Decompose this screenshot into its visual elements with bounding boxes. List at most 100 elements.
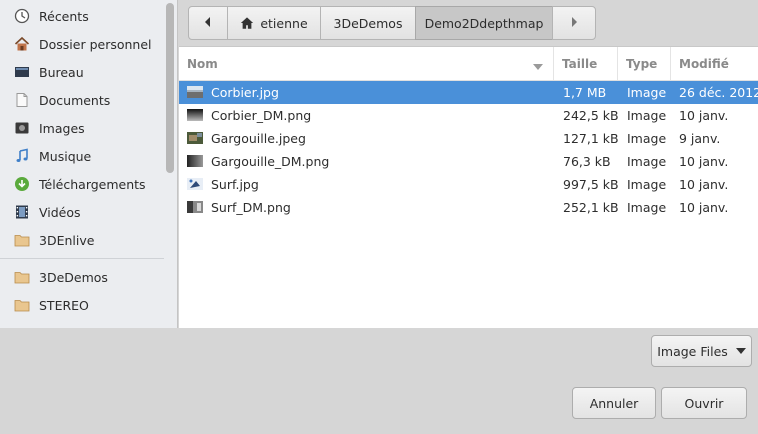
file-row[interactable]: Surf.jpg 997,5 kB Image 10 janv. — [179, 173, 758, 196]
file-name: Corbier_DM.png — [211, 108, 312, 123]
file-size: 127,1 kB — [563, 131, 619, 146]
chevron-down-icon — [735, 348, 746, 354]
file-row[interactable]: Gargouille_DM.png 76,3 kB Image 10 janv. — [179, 150, 758, 173]
file-type: Image — [627, 108, 667, 123]
column-header-label: Modifié — [679, 56, 729, 71]
column-header-type[interactable]: Type — [618, 47, 671, 80]
music-note-icon — [14, 148, 30, 164]
column-header-label: Type — [626, 56, 658, 71]
file-row[interactable]: Corbier_DM.png 242,5 kB Image 10 janv. — [179, 104, 758, 127]
file-list: Nom Taille Type Modifié Corbier.jpg 1,7 … — [179, 46, 758, 328]
path-segment-demo2ddepthmap[interactable]: Demo2Ddepthmap — [415, 6, 553, 40]
file-size: 997,5 kB — [563, 177, 619, 192]
sidebar-item-recents[interactable]: Récents — [0, 3, 164, 29]
column-header-name[interactable]: Nom — [179, 47, 554, 80]
sidebar-item-stereo[interactable]: STEREO — [0, 292, 164, 318]
sidebar-item-label: Récents — [39, 8, 89, 24]
sidebar-item-label: Images — [39, 120, 85, 136]
sidebar-item-label: Bureau — [39, 64, 84, 80]
sidebar-separator — [0, 258, 164, 259]
sidebar-item-label: Vidéos — [39, 204, 81, 220]
sidebar-item-images[interactable]: Images — [0, 115, 164, 141]
sidebar-item-label: STEREO — [39, 297, 89, 313]
column-header-modified[interactable]: Modifié — [671, 47, 758, 80]
file-list-header: Nom Taille Type Modifié — [179, 47, 758, 81]
sidebar-item-downloads[interactable]: Téléchargements — [0, 171, 164, 197]
column-header-label: Taille — [562, 56, 598, 71]
path-back-button[interactable] — [188, 6, 228, 40]
sidebar-item-3denlive[interactable]: 3DEnlive — [0, 227, 164, 253]
file-name: Corbier.jpg — [211, 85, 279, 100]
places-sidebar: Récents Dossier personnel Bureau Documen… — [0, 0, 178, 328]
sidebar-scrollbar[interactable] — [166, 3, 174, 173]
film-icon — [14, 204, 30, 220]
sort-arrow-icon — [533, 60, 543, 74]
file-size: 1,7 MB — [563, 85, 607, 100]
cancel-button[interactable]: Annuler — [572, 387, 656, 419]
sidebar-item-label: 3DEnlive — [39, 232, 95, 248]
path-segment-label: 3DeDemos — [333, 15, 403, 31]
file-name: Gargouille_DM.png — [211, 154, 330, 169]
image-thumbnail-icon — [187, 132, 203, 144]
cancel-button-label: Annuler — [589, 395, 639, 411]
file-name: Gargouille.jpeg — [211, 131, 306, 146]
file-size: 252,1 kB — [563, 200, 619, 215]
home-icon — [14, 36, 30, 52]
image-thumbnail-icon — [187, 201, 203, 213]
file-size: 76,3 kB — [563, 154, 611, 169]
sidebar-item-label: Documents — [39, 92, 111, 108]
chevron-left-icon — [203, 16, 213, 31]
file-size: 242,5 kB — [563, 108, 619, 123]
sidebar-item-desktop[interactable]: Bureau — [0, 59, 164, 85]
clock-icon — [14, 8, 30, 24]
sidebar-item-label: 3DeDemos — [39, 269, 108, 285]
sidebar-item-videos[interactable]: Vidéos — [0, 199, 164, 225]
file-modified: 26 déc. 2012 — [679, 85, 758, 100]
path-segment-label: etienne — [260, 15, 308, 31]
file-row-selected[interactable]: Corbier.jpg 1,7 MB Image 26 déc. 2012 — [179, 81, 758, 104]
file-type: Image — [627, 131, 667, 146]
image-thumbnail-icon — [187, 155, 203, 167]
file-filter-label: Image Files — [657, 343, 728, 359]
sidebar-item-3dedemos[interactable]: 3DeDemos — [0, 264, 164, 290]
column-header-size[interactable]: Taille — [554, 47, 618, 80]
file-name: Surf_DM.png — [211, 200, 291, 215]
file-modified: 10 janv. — [679, 200, 729, 215]
sidebar-item-music[interactable]: Musique — [0, 143, 164, 169]
folder-icon — [14, 297, 30, 313]
file-type: Image — [627, 200, 667, 215]
open-button[interactable]: Ouvrir — [661, 387, 747, 419]
desktop-icon — [14, 64, 30, 80]
path-bar: etienne 3DeDemos Demo2Ddepthmap — [188, 6, 596, 40]
folder-icon — [14, 232, 30, 248]
document-icon — [14, 92, 30, 108]
column-header-label: Nom — [187, 56, 218, 71]
sidebar-item-home[interactable]: Dossier personnel — [0, 31, 164, 57]
sidebar-item-label: Musique — [39, 148, 92, 164]
image-thumbnail-icon — [187, 109, 203, 121]
sidebar-item-label: Dossier personnel — [39, 36, 152, 52]
image-thumbnail-icon — [187, 86, 203, 98]
open-button-label: Ouvrir — [684, 395, 724, 411]
file-name: Surf.jpg — [211, 177, 259, 192]
file-modified: 10 janv. — [679, 108, 729, 123]
path-segment-home[interactable]: etienne — [227, 6, 321, 40]
file-type: Image — [627, 85, 667, 100]
file-filter-dropdown[interactable]: Image Files — [651, 335, 752, 367]
file-modified: 10 janv. — [679, 177, 729, 192]
image-thumbnail-icon — [187, 178, 203, 190]
sidebar-item-documents[interactable]: Documents — [0, 87, 164, 113]
file-row[interactable]: Gargouille.jpeg 127,1 kB Image 9 janv. — [179, 127, 758, 150]
path-segment-3dedemos[interactable]: 3DeDemos — [320, 6, 416, 40]
file-type: Image — [627, 154, 667, 169]
file-row[interactable]: Surf_DM.png 252,1 kB Image 10 janv. — [179, 196, 758, 219]
camera-icon — [14, 120, 30, 136]
home-icon — [240, 16, 254, 30]
folder-icon — [14, 269, 30, 285]
chevron-right-icon — [569, 16, 579, 31]
file-modified: 9 janv. — [679, 131, 721, 146]
file-type: Image — [627, 177, 667, 192]
file-modified: 10 janv. — [679, 154, 729, 169]
download-icon — [14, 176, 30, 192]
path-forward-button[interactable] — [552, 6, 596, 40]
